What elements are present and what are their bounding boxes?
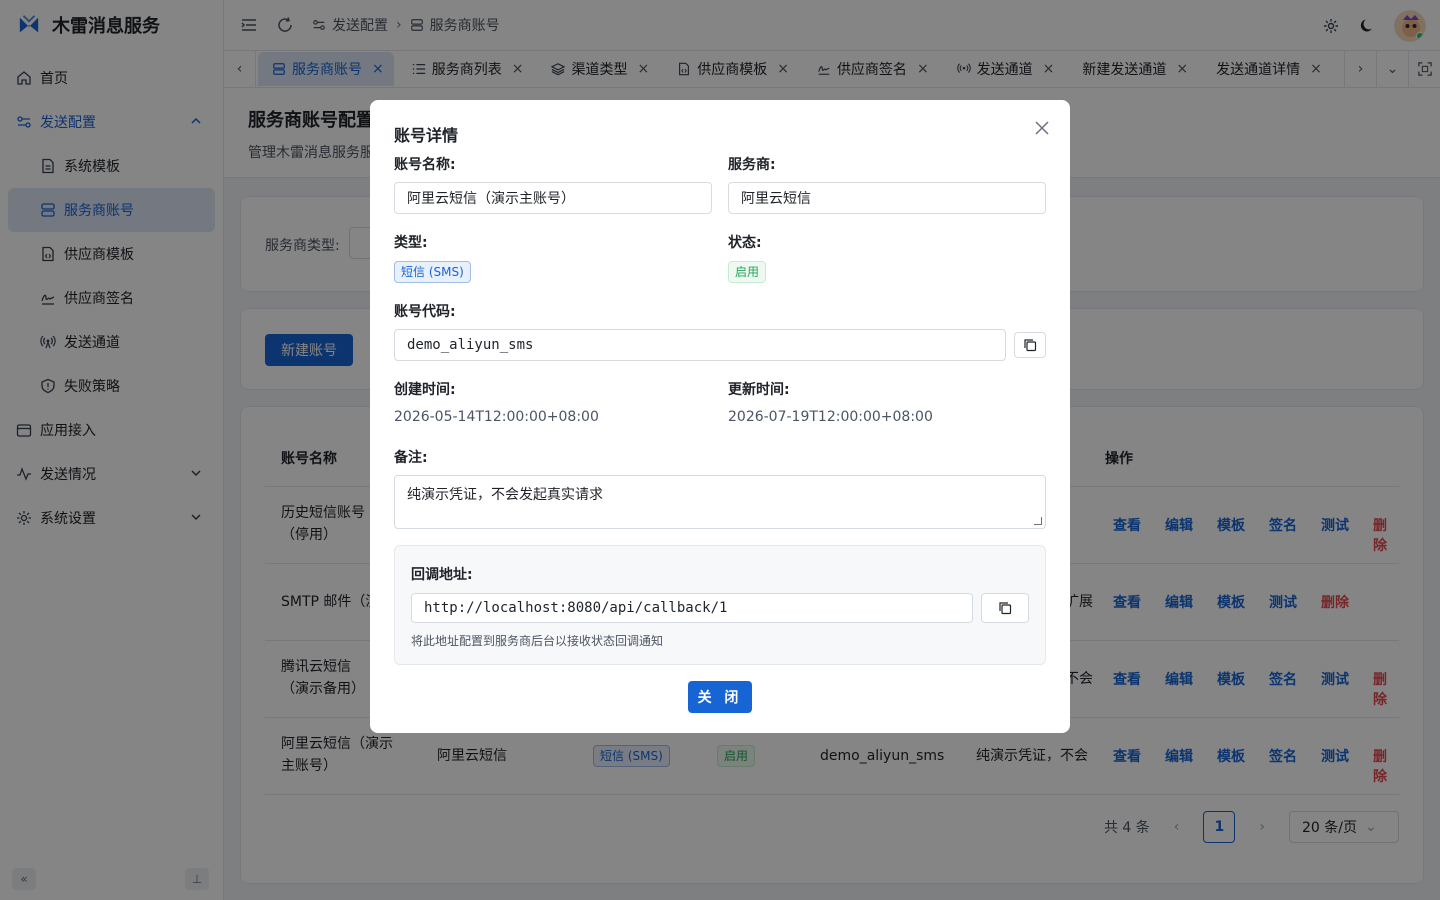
account-code-field[interactable]: demo_aliyun_sms: [394, 329, 1006, 361]
type-label: 类型:: [394, 235, 428, 251]
provider-field[interactable]: 阿里云短信: [728, 182, 1046, 214]
copy-callback-button[interactable]: [981, 593, 1029, 623]
account-code-label: 账号代码:: [394, 304, 456, 320]
callback-hint: 将此地址配置到服务商后台以接收状态回调通知: [411, 634, 664, 648]
copy-code-button[interactable]: [1014, 332, 1046, 358]
modal-title: 账号详情: [394, 126, 459, 145]
account-detail-modal: 账号详情 账号名称: 阿里云短信（演示主账号） 服务商: 阿里云短信 类型: 短…: [370, 100, 1070, 733]
status-label: 状态:: [728, 235, 762, 251]
status-badge: 启用: [728, 261, 767, 283]
copy-icon: [999, 602, 1012, 615]
updated-time-label: 更新时间:: [728, 382, 790, 398]
type-badge: 短信 (SMS): [394, 261, 471, 283]
callback-section: 回调地址: http://localhost:8080/api/callback…: [394, 545, 1046, 665]
copy-icon: [1024, 339, 1037, 352]
created-time-label: 创建时间:: [394, 382, 456, 398]
account-name-field[interactable]: 阿里云短信（演示主账号）: [394, 182, 712, 214]
created-time-value: 2026-05-14T12:00:00+08:00: [394, 409, 599, 425]
remark-textarea[interactable]: 纯演示凭证，不会发起真实请求: [394, 475, 1046, 529]
resize-handle-icon[interactable]: [1034, 517, 1042, 525]
callback-url-field[interactable]: http://localhost:8080/api/callback/1: [411, 593, 973, 623]
provider-label: 服务商:: [728, 157, 776, 173]
remark-label: 备注:: [394, 450, 428, 466]
remark-value: 纯演示凭证，不会发起真实请求: [407, 487, 603, 503]
close-button[interactable]: 关 闭: [688, 681, 752, 713]
account-name-label: 账号名称:: [394, 157, 456, 173]
updated-time-value: 2026-07-19T12:00:00+08:00: [728, 409, 933, 425]
callback-label: 回调地址:: [411, 567, 473, 583]
close-icon[interactable]: [1034, 120, 1050, 136]
